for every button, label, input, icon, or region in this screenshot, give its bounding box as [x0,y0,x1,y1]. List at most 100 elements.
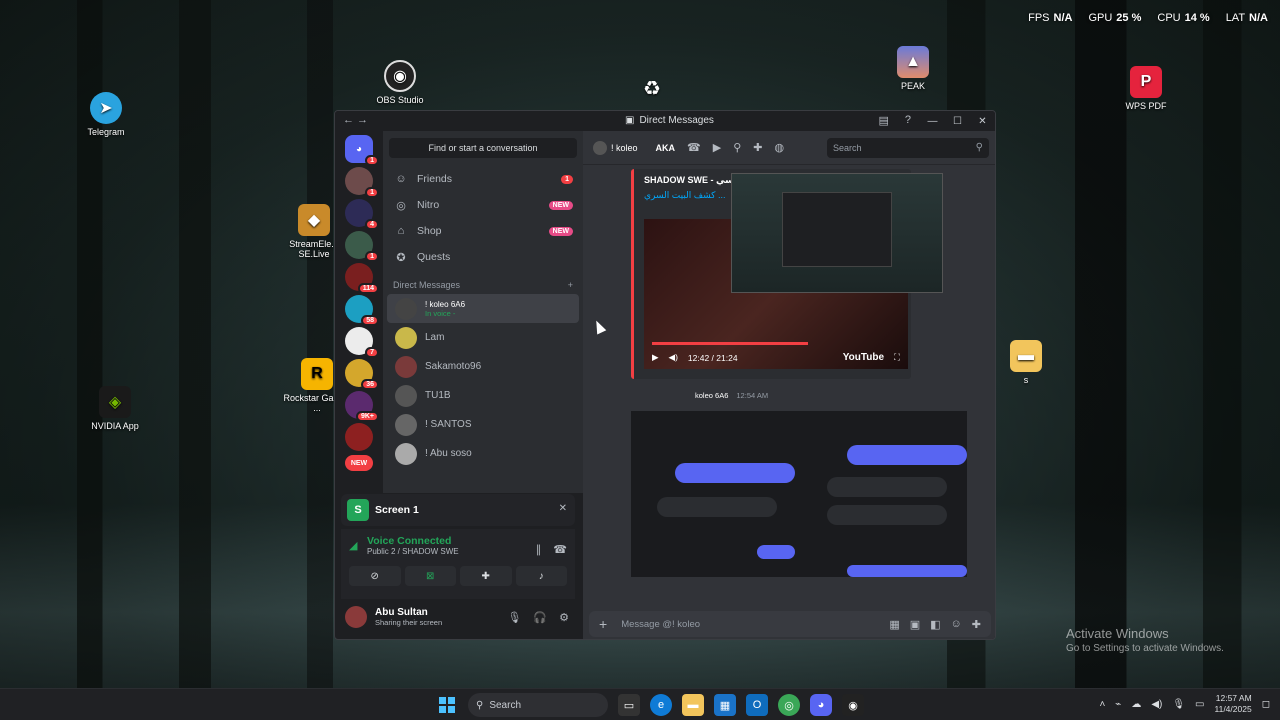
chat-area: ! koleo AKA ☎ ▶ ⚲ ✚ ◍ Search ⚲ SHADOW SWE… [583,131,995,639]
sticker-icon[interactable]: ◧ [930,618,940,631]
task-view-icon[interactable]: ▭ [618,694,640,716]
server-new-badge[interactable]: NEW [345,455,373,471]
outlook-icon[interactable]: O [746,694,768,716]
play-icon[interactable]: ▶ [652,352,659,363]
inbox-icon[interactable]: ▤ [878,114,888,127]
server-icon[interactable]: 4 [345,199,379,230]
avatar [395,297,417,320]
message-image[interactable] [631,411,967,577]
taskbar-search[interactable]: ⚲ Search [468,693,608,717]
streamelements-icon: ◆ [298,204,330,236]
avatar [395,442,417,465]
start-button[interactable] [436,694,458,716]
server-icon[interactable]: 7 [345,327,379,358]
nav-nitro[interactable]: ◎ Nitro NEW [383,192,583,218]
recycle-bin-icon: ♻ [643,77,661,100]
gif-icon[interactable]: ▣ [910,618,920,631]
desktop-icon-folder[interactable]: ▬ s [988,340,1064,385]
battery-icon[interactable]: ▭ [1195,699,1204,710]
call-icon[interactable]: ☎ [687,141,701,154]
server-icon[interactable] [345,423,373,451]
screen-share-button[interactable]: ⊠ [404,566,456,586]
server-icon[interactable]: 1 [345,231,379,262]
shop-icon: ⌂ [397,225,405,237]
message-composer[interactable]: + Message @! koleo ▦ ▣ ◧ ☺ ✚ [589,611,991,637]
file-explorer-icon[interactable]: ▬ [682,694,704,716]
video-call-icon[interactable]: ▶ [713,141,721,154]
settings-icon[interactable]: ⚙ [559,611,569,624]
nav-shop[interactable]: ⌂ Shop NEW [383,218,583,244]
server-icon[interactable]: 9K+ [345,391,379,422]
search-input[interactable]: Search ⚲ [827,138,989,158]
nav-quests[interactable]: ✪ Quests [383,244,583,270]
activities-button[interactable]: ✚ [460,566,512,586]
volume-icon[interactable]: ◀) [669,352,678,363]
screen-share-icon: S [347,499,369,521]
fullscreen-icon[interactable]: ⛶ [894,352,900,363]
dm-row[interactable]: ! SANTOS [387,410,579,439]
find-conversation-button[interactable]: Find or start a conversation [389,138,577,158]
screen-share-preview[interactable] [731,173,943,293]
desktop-icon-obs[interactable]: ◉ OBS Studio [362,60,438,105]
dm-row[interactable]: ! koleo 6A6 In voice - [387,294,579,323]
server-icon[interactable]: 1 [345,167,379,198]
apps-icon[interactable]: ✚ [972,618,981,631]
server-home[interactable]: ◕ 1 [345,135,379,166]
edge-icon[interactable]: e [650,694,672,716]
discord-taskbar-icon[interactable]: ◕ [810,694,832,716]
desktop-icon-nvidia[interactable]: ◈ NVIDIA App [77,386,153,431]
soundboard-button[interactable]: ♪ [515,566,567,586]
wps-pdf-icon: P [1130,66,1162,98]
quests-icon: ✪ [396,251,406,264]
notifications-icon[interactable]: ◻ [1262,699,1270,710]
obs-icon: ◉ [384,60,416,92]
nav-friends[interactable]: ☺ Friends 1 [383,166,583,192]
disconnect-icon[interactable]: ☎ [553,543,567,556]
dm-row[interactable]: TU1B [387,381,579,410]
emoji-icon[interactable]: ☺ [951,618,962,631]
voice-status: ◢ Voice Connected Public 2 / SHADOW SWE … [341,529,575,599]
server-icon[interactable]: 114 [345,263,379,294]
minimize-button[interactable]: — [920,111,945,131]
folder-icon: ▬ [1010,340,1042,372]
nitro-icon: ◎ [396,199,406,212]
gift-icon[interactable]: ▦ [889,618,899,631]
help-icon[interactable]: ? [905,114,911,127]
desktop-icon-recycle-bin[interactable]: ♻ [614,72,690,107]
video-progress[interactable] [652,342,808,345]
close-stream-icon[interactable]: ✕ [559,503,567,514]
add-dm-icon[interactable]: + [568,280,573,290]
camera-button[interactable]: ⊘ [349,566,401,586]
onedrive-icon[interactable]: ☁ [1131,699,1141,710]
stream-card[interactable]: S Screen 1 ✕ [341,494,575,526]
profile-icon[interactable]: ◍ [774,141,784,154]
chevron-up-icon[interactable]: ˄ [1099,699,1105,710]
back-forward-icons[interactable]: ← → [343,114,368,126]
microphone-icon[interactable]: 🎙 [507,611,521,624]
server-icon[interactable]: 58 [345,295,379,326]
network-icon[interactable]: ⌁ [1115,699,1121,710]
add-friends-icon[interactable]: ✚ [753,141,762,154]
microphone-icon[interactable]: 🎙 [1172,699,1185,710]
maximize-button[interactable]: ☐ [945,111,970,131]
dm-row[interactable]: ! Abu soso [387,439,579,468]
dm-row[interactable]: Lam [387,323,579,352]
signal-icon: ◢ [349,540,358,552]
dm-row[interactable]: Sakamoto96 [387,352,579,381]
chrome-icon[interactable]: ◎ [778,694,800,716]
clock[interactable]: 12:57 AM 11/4/2025 [1215,693,1252,715]
desktop-icon-telegram[interactable]: ➤ Telegram [68,92,144,137]
friends-icon: ☺ [395,173,407,185]
server-list: ◕ 1 1 4 1 114 58 7 36 9K+ NEW [335,131,383,491]
close-button[interactable]: ✕ [970,111,995,131]
app-icon[interactable]: ◉ [842,694,864,716]
store-icon[interactable]: ▦ [714,694,736,716]
headphones-icon[interactable]: 🎧 [533,611,547,624]
server-icon[interactable]: 36 [345,359,379,390]
noise-suppression-icon[interactable]: ∥ [536,543,542,556]
desktop-icon-wps-pdf[interactable]: P WPS PDF [1108,66,1184,111]
pin-icon[interactable]: ⚲ [733,141,741,154]
volume-icon[interactable]: ◀) [1151,699,1162,710]
add-attachment-icon[interactable]: + [599,616,607,632]
desktop-icon-peak[interactable]: ▲ PEAK [875,46,951,91]
